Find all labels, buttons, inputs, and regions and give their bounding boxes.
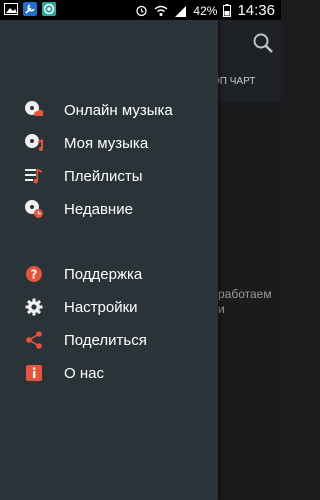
tab-top-chart[interactable]: ОП ЧАРТ bbox=[212, 76, 255, 87]
share-icon bbox=[24, 330, 44, 350]
settings-icon bbox=[24, 297, 44, 317]
alarm-icon bbox=[136, 5, 148, 17]
menu-item-label: Поделиться bbox=[64, 331, 147, 349]
menu-item-settings[interactable]: Настройки bbox=[0, 291, 218, 323]
clock: 14:36 bbox=[237, 2, 275, 19]
battery-percent: 42% bbox=[193, 3, 218, 18]
playlist-icon bbox=[24, 166, 44, 186]
menu-item-label: Поддержка bbox=[64, 265, 143, 283]
support-icon: ? bbox=[24, 264, 44, 284]
menu-item-recent[interactable]: Недавние bbox=[0, 193, 218, 225]
menu-item-support[interactable]: ? Поддержка bbox=[0, 258, 218, 290]
background-text: работаем и bbox=[218, 287, 272, 317]
notification-icons bbox=[4, 2, 56, 16]
menu-item-about[interactable]: О нас bbox=[0, 357, 218, 389]
app-notification-icon bbox=[42, 2, 56, 16]
search-icon[interactable] bbox=[252, 32, 274, 54]
about-icon bbox=[24, 363, 44, 383]
menu-item-label: Недавние bbox=[64, 200, 133, 218]
menu-item-label: Плейлисты bbox=[64, 167, 143, 185]
navigation-drawer: Онлайн музыка Моя музыка Плейлисты Недав… bbox=[0, 20, 218, 500]
tools-notification-icon bbox=[23, 2, 37, 16]
signal-icon bbox=[175, 5, 187, 17]
wifi-icon bbox=[154, 5, 168, 16]
svg-text:?: ? bbox=[31, 268, 38, 282]
battery-icon bbox=[223, 4, 232, 17]
system-icons: 42% 14:36 bbox=[135, 2, 275, 19]
menu-item-online-music[interactable]: Онлайн музыка bbox=[0, 94, 218, 126]
background-text-line: и bbox=[218, 302, 225, 316]
background-text-line: работаем bbox=[218, 287, 272, 301]
menu-item-share[interactable]: Поделиться bbox=[0, 324, 218, 356]
status-bar: 42% 14:36 bbox=[0, 0, 281, 20]
menu-item-label: Настройки bbox=[64, 298, 138, 316]
menu-item-label: Онлайн музыка bbox=[64, 101, 173, 119]
online-music-icon bbox=[24, 100, 44, 120]
gallery-notification-icon bbox=[4, 2, 18, 16]
menu-item-label: О нас bbox=[64, 364, 104, 382]
menu-item-label: Моя музыка bbox=[64, 134, 149, 152]
recent-icon bbox=[24, 199, 44, 219]
menu-item-playlists[interactable]: Плейлисты bbox=[0, 160, 218, 192]
my-music-icon bbox=[24, 133, 44, 153]
menu-item-my-music[interactable]: Моя музыка bbox=[0, 127, 218, 159]
